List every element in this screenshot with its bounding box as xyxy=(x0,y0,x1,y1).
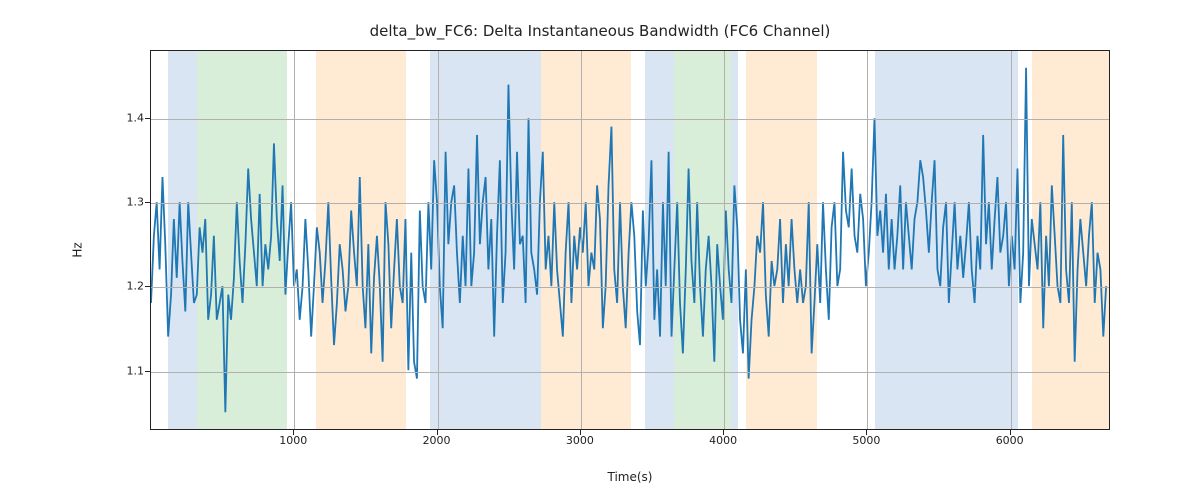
x-tick-label: 5000 xyxy=(852,434,880,447)
x-tick-mark xyxy=(437,430,438,435)
x-tick-mark xyxy=(723,430,724,435)
x-tick-mark xyxy=(866,430,867,435)
y-tick-mark xyxy=(145,286,150,287)
gridline-v xyxy=(294,51,295,429)
gridline-v xyxy=(438,51,439,429)
gridline-v xyxy=(724,51,725,429)
x-tick-mark xyxy=(293,430,294,435)
y-tick-label: 1.4 xyxy=(0,111,144,124)
y-tick-label: 1.3 xyxy=(0,196,144,209)
x-tick-label: 6000 xyxy=(996,434,1024,447)
y-tick-label: 1.2 xyxy=(0,280,144,293)
x-tick-label: 3000 xyxy=(566,434,594,447)
chart-title: delta_bw_FC6: Delta Instantaneous Bandwi… xyxy=(0,22,1200,40)
x-tick-label: 1000 xyxy=(279,434,307,447)
plot-area xyxy=(150,50,1110,430)
gridline-v xyxy=(581,51,582,429)
x-axis-label: Time(s) xyxy=(150,470,1110,484)
y-tick-mark xyxy=(145,371,150,372)
x-tick-mark xyxy=(1010,430,1011,435)
y-tick-mark xyxy=(145,118,150,119)
x-tick-label: 4000 xyxy=(709,434,737,447)
y-tick-mark xyxy=(145,202,150,203)
gridline-v xyxy=(867,51,868,429)
y-tick-label: 1.1 xyxy=(0,364,144,377)
x-tick-label: 2000 xyxy=(423,434,451,447)
y-axis-label: Hz xyxy=(68,0,88,500)
x-tick-mark xyxy=(580,430,581,435)
chart-figure: delta_bw_FC6: Delta Instantaneous Bandwi… xyxy=(0,0,1200,500)
gridline-v xyxy=(1011,51,1012,429)
